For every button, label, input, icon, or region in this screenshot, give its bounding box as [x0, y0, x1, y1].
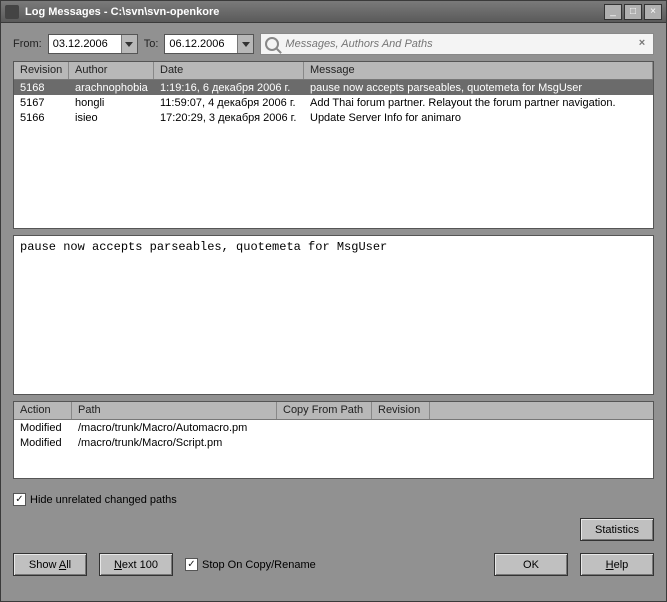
cell-revision: 5166 [14, 111, 69, 125]
message-detail[interactable]: pause now accepts parseables, quotemeta … [13, 235, 654, 395]
from-label: From: [13, 38, 42, 50]
cell-action: Modified [14, 421, 72, 435]
col-path[interactable]: Path [72, 402, 277, 419]
cell-message: pause now accepts parseables, quotemeta … [304, 81, 653, 95]
revision-list: Revision Author Date Message 5168arachno… [13, 61, 654, 229]
cell-author: isieo [69, 111, 154, 125]
hide-paths-row: ✓ Hide unrelated changed paths [13, 485, 654, 506]
log-messages-window: Log Messages - C:\svn\svn-openkore _ □ ×… [0, 0, 667, 602]
client-area: From: To: × Revision Author Date Message [1, 23, 666, 601]
search-icon [265, 37, 279, 51]
search-input[interactable] [285, 38, 635, 50]
cell-author: hongli [69, 96, 154, 110]
close-button[interactable]: × [644, 4, 662, 20]
stop-on-copy-checkbox[interactable]: ✓ [185, 558, 198, 571]
file-rows: Modified/macro/trunk/Macro/Automacro.pmM… [14, 420, 653, 478]
to-label: To: [144, 38, 159, 50]
cell-revision: 5168 [14, 81, 69, 95]
col-action[interactable]: Action [14, 402, 72, 419]
next-100-button[interactable]: Next 100 [99, 553, 173, 576]
col-message[interactable]: Message [304, 62, 653, 79]
chevron-down-icon [242, 42, 250, 47]
cell-path: /macro/trunk/Macro/Script.pm [72, 436, 653, 450]
revision-row[interactable]: 5167hongli11:59:07, 4 декабря 2006 г.Add… [14, 95, 653, 110]
clear-search-button[interactable]: × [635, 37, 649, 51]
titlebar[interactable]: Log Messages - C:\svn\svn-openkore _ □ × [1, 1, 666, 23]
stop-on-copy-group: ✓ Stop On Copy/Rename [185, 558, 316, 571]
help-button[interactable]: Help [580, 553, 654, 576]
file-row[interactable]: Modified/macro/trunk/Macro/Automacro.pm [14, 420, 653, 435]
col-file-revision[interactable]: Revision [372, 402, 430, 419]
cell-author: arachnophobia [69, 81, 154, 95]
file-row[interactable]: Modified/macro/trunk/Macro/Script.pm [14, 435, 653, 450]
cell-message: Update Server Info for animaro [304, 111, 653, 125]
col-author[interactable]: Author [69, 62, 154, 79]
to-date-dropdown[interactable] [237, 35, 253, 53]
revision-rows: 5168arachnophobia1:19:16, 6 декабря 2006… [14, 80, 653, 228]
statistics-row: Statistics [13, 512, 654, 541]
files-list-header: Action Path Copy From Path Revision [14, 402, 653, 420]
revision-row[interactable]: 5168arachnophobia1:19:16, 6 декабря 2006… [14, 80, 653, 95]
cell-path: /macro/trunk/Macro/Automacro.pm [72, 421, 653, 435]
stop-on-copy-label: Stop On Copy/Rename [202, 559, 316, 571]
col-date[interactable]: Date [154, 62, 304, 79]
search-box[interactable]: × [260, 33, 654, 55]
cell-message: Add Thai forum partner. Relayout the for… [304, 96, 653, 110]
minimize-button[interactable]: _ [604, 4, 622, 20]
from-datepicker[interactable] [48, 34, 138, 54]
maximize-button[interactable]: □ [624, 4, 642, 20]
chevron-down-icon [125, 42, 133, 47]
bottom-button-row: Show All Next 100 ✓ Stop On Copy/Rename … [13, 547, 654, 576]
filter-row: From: To: × [13, 33, 654, 55]
hide-unrelated-checkbox[interactable]: ✓ [13, 493, 26, 506]
hide-unrelated-label: Hide unrelated changed paths [30, 494, 177, 506]
from-date-dropdown[interactable] [121, 35, 137, 53]
col-revision[interactable]: Revision [14, 62, 69, 79]
changed-files-list: Action Path Copy From Path Revision Modi… [13, 401, 654, 479]
cell-revision: 5167 [14, 96, 69, 110]
col-copy-from[interactable]: Copy From Path [277, 402, 372, 419]
revision-row[interactable]: 5166isieo17:20:29, 3 декабря 2006 г.Upda… [14, 110, 653, 125]
ok-button[interactable]: OK [494, 553, 568, 576]
to-datepicker[interactable] [164, 34, 254, 54]
statistics-button[interactable]: Statistics [580, 518, 654, 541]
cell-date: 17:20:29, 3 декабря 2006 г. [154, 111, 304, 125]
from-date-input[interactable] [49, 35, 121, 53]
show-all-button[interactable]: Show All [13, 553, 87, 576]
to-date-input[interactable] [165, 35, 237, 53]
app-icon [5, 5, 19, 19]
cell-action: Modified [14, 436, 72, 450]
revision-list-header: Revision Author Date Message [14, 62, 653, 80]
window-title: Log Messages - C:\svn\svn-openkore [25, 6, 604, 18]
cell-date: 1:19:16, 6 декабря 2006 г. [154, 81, 304, 95]
cell-date: 11:59:07, 4 декабря 2006 г. [154, 96, 304, 110]
